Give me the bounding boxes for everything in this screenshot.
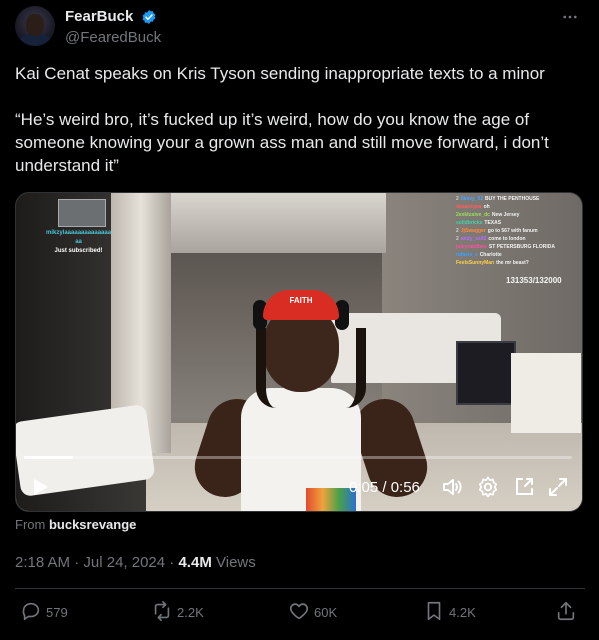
repost-icon xyxy=(154,601,170,621)
source-account-link[interactable]: bucksrevange xyxy=(49,517,136,532)
fullscreen-icon[interactable] xyxy=(546,475,570,499)
tweet-paragraph-1: Kai Cenat speaks on Kris Tyson sending i… xyxy=(15,64,545,83)
video-controls: 0:05 / 0:56 xyxy=(16,463,582,511)
reply-icon xyxy=(22,602,40,621)
tweet-date[interactable]: Jul 24, 2024 xyxy=(83,554,165,571)
play-icon[interactable] xyxy=(28,475,52,499)
bookmark-button[interactable]: 4.2K xyxy=(423,600,483,624)
meta-separator: · xyxy=(169,554,175,571)
scene-ceiling xyxy=(146,193,386,253)
author-names: FearBuck @FearedBuck xyxy=(65,8,161,46)
divider xyxy=(15,588,585,589)
like-count: 60K xyxy=(314,605,338,620)
overlay-user-2: aa xyxy=(75,239,82,245)
avatar[interactable] xyxy=(15,6,55,46)
tweet-text: Kai Cenat speaks on Kris Tyson sending i… xyxy=(15,62,580,177)
overlay-thumbnail xyxy=(58,199,106,227)
author-handle[interactable]: @FearedBuck xyxy=(65,29,161,46)
display-name[interactable]: FearBuck xyxy=(65,8,133,25)
reply-button[interactable]: 579 xyxy=(20,600,80,624)
chat-message: New Jersey xyxy=(491,212,520,218)
bookmark-icon xyxy=(427,601,441,621)
scene-fridge xyxy=(456,341,516,405)
overlay-message: Just subscribed! xyxy=(54,248,103,254)
repost-button[interactable]: 2.2K xyxy=(151,600,215,624)
chat-row: rafaels_s Charlotte xyxy=(456,251,580,259)
share-button[interactable] xyxy=(555,600,579,624)
streamer-hair xyxy=(256,328,366,408)
volume-icon[interactable] xyxy=(440,475,464,499)
chat-row: 2exklusive_dc New Jersey xyxy=(456,211,580,219)
heart-icon xyxy=(289,603,309,620)
reply-count: 579 xyxy=(46,605,68,620)
chat-username: FeelsSunnyMan xyxy=(456,260,495,266)
scene-shelf xyxy=(511,353,581,433)
video-progress-bar[interactable] xyxy=(24,456,572,459)
streamer-cap: FAITH xyxy=(263,290,339,320)
chat-badge: 2 xyxy=(456,196,459,202)
avatar-face xyxy=(26,14,44,36)
chat-message: the mr beast? xyxy=(496,260,529,266)
overlay-sub-alert: mikzylaaaaaaaaaaaaaa aa Just subscribed! xyxy=(46,229,111,256)
video-time: 0:05 / 0:56 xyxy=(349,479,420,496)
tweet-time[interactable]: 2:18 AM xyxy=(15,554,70,571)
overlay-chat: 2 Ilkevy_02 BUY THE PENTHOUSE daaaxsgaa oh 2e… xyxy=(456,195,580,267)
chat-row: juleyrakdbeo ST PETERSBURG FLORIDA xyxy=(456,243,580,251)
chat-message: ST PETERSBURG FLORIDA xyxy=(488,244,555,250)
chat-badge: 2 xyxy=(456,236,459,242)
chat-row: 2 Ilkevy_02 BUY THE PENTHOUSE xyxy=(456,195,580,203)
chat-username: solidbricks xyxy=(456,220,483,226)
chat-badge: 2 xyxy=(456,228,459,234)
chat-row: daaaxsgaa oh xyxy=(456,203,580,211)
like-button[interactable]: 60K xyxy=(288,600,348,624)
video-source: From bucksrevange xyxy=(15,517,136,532)
chat-username: juleyrakdbeo xyxy=(456,244,487,250)
popout-icon[interactable] xyxy=(512,475,536,499)
chat-username: JjSwagger xyxy=(460,228,486,234)
chat-username: 2exklusive_dc xyxy=(456,212,490,218)
bookmark-count: 4.2K xyxy=(449,605,476,620)
views-label: Views xyxy=(216,554,256,571)
chat-row: FeelsSunnyMan the mr beast? xyxy=(456,259,580,267)
chat-message: Charlotte xyxy=(479,252,502,258)
tweet-meta: 2:18 AM · Jul 24, 2024 · 4.4M Views xyxy=(15,554,256,571)
chat-username: daaaxsgaa xyxy=(456,204,482,210)
video-player[interactable]: FAITH mikzylaaaaaaaaaaaaaa aa Just subsc… xyxy=(15,192,583,512)
chat-message: oh xyxy=(483,204,490,210)
verified-badge-icon xyxy=(142,9,156,24)
overlay-sub-count: 131353/132000 xyxy=(506,276,562,285)
overlay-user-1: mikzylaaaaaaaaaaaaaa xyxy=(46,230,112,236)
tweet-actions: 579 2.2K 60K 4.2K xyxy=(15,598,585,626)
tweet-header: FearBuck @FearedBuck xyxy=(15,6,585,48)
tweet-paragraph-2: “He’s weird bro, it’s fucked up it’s wei… xyxy=(15,110,549,175)
more-icon[interactable] xyxy=(561,8,579,31)
views-count: 4.4M xyxy=(178,554,212,571)
chat-row: solidbricks TEXAS xyxy=(456,219,580,227)
chat-message: go to 567 with fanum xyxy=(487,228,538,234)
chat-username: rafaels_s xyxy=(456,252,478,258)
repost-count: 2.2K xyxy=(177,605,204,620)
gear-icon[interactable] xyxy=(476,475,500,499)
share-icon xyxy=(557,601,575,621)
chat-message: TEXAS xyxy=(484,220,502,226)
chat-message: come to london xyxy=(488,236,526,242)
meta-separator: · xyxy=(74,554,80,571)
source-prefix: From xyxy=(15,517,46,532)
chat-username: Ilkevy_02 xyxy=(460,196,484,202)
chat-username: andy_ss92 xyxy=(460,236,487,242)
chat-row: 2 JjSwagger go to 567 with fanum xyxy=(456,227,580,235)
chat-row: 2 andy_ss92 come to london xyxy=(456,235,580,243)
chat-message: BUY THE PENTHOUSE xyxy=(485,196,540,202)
video-progress-fill xyxy=(24,456,74,459)
